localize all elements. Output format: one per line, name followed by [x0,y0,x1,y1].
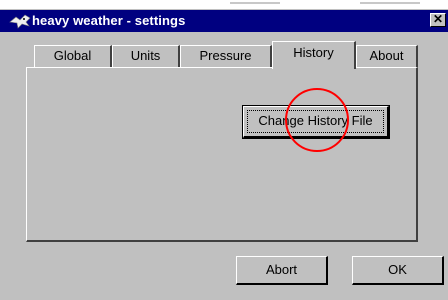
ok-label: OK [388,262,407,277]
focus-rect [247,110,384,133]
tab-about[interactable]: About [356,45,418,67]
tab-global[interactable]: Global [34,45,112,67]
change-history-file-button[interactable]: Change History File [242,105,390,139]
ok-button[interactable]: OK [352,256,444,285]
top-strip [0,0,448,9]
bird-app-icon [9,14,31,29]
abort-label: Abort [265,262,298,277]
abort-button[interactable]: Abort [236,256,328,285]
history-panel: Change History File [26,67,418,242]
title-bar[interactable]: heavy weather - settings ✕ [0,10,448,32]
tab-pressure[interactable]: Pressure [180,45,272,67]
tab-units[interactable]: Units [112,45,180,67]
settings-window: heavy weather - settings ✕ Global Units … [0,9,448,300]
close-icon: ✕ [432,12,444,26]
tab-history[interactable]: History [272,41,356,69]
close-button[interactable]: ✕ [430,13,446,27]
window-title: heavy weather - settings [32,13,186,28]
